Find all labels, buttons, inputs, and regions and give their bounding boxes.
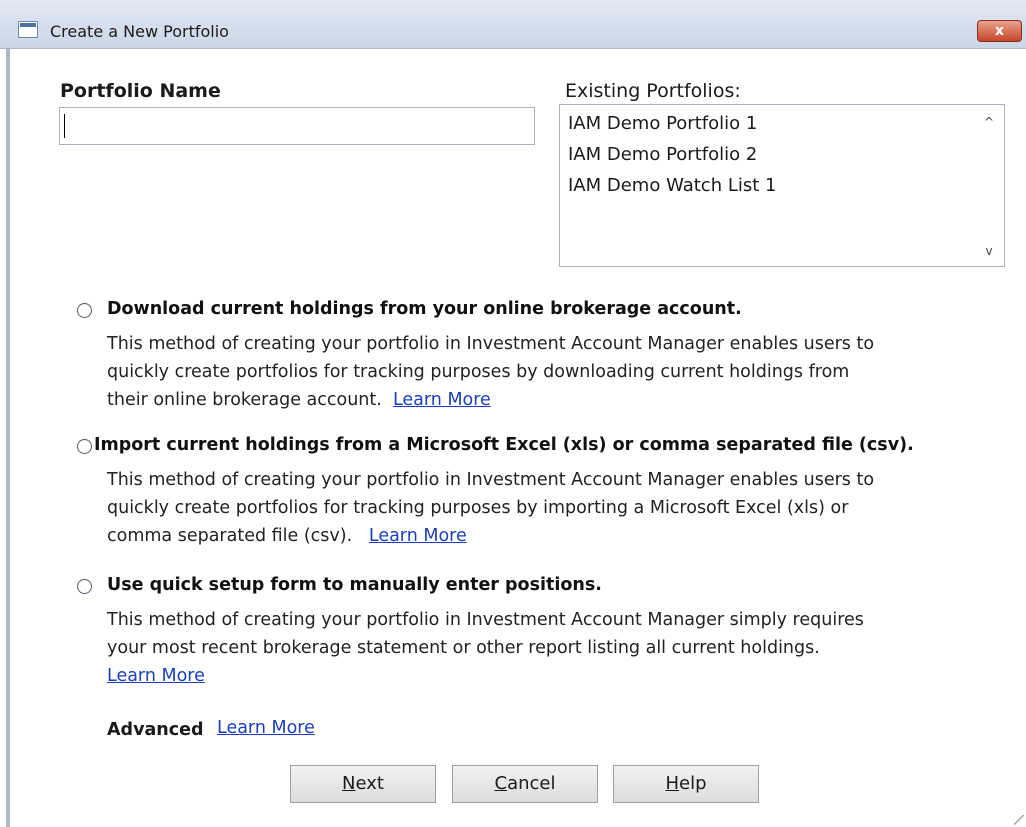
next-button[interactable]: Next bbox=[290, 765, 436, 803]
description-line: their online brokerage account. Learn Mo… bbox=[107, 386, 874, 414]
option-quick-setup-description: This method of creating your portfolio i… bbox=[107, 606, 864, 690]
description-line: This method of creating your portfolio i… bbox=[107, 334, 875, 354]
option-quick-setup-title[interactable]: Use quick setup form to manually enter p… bbox=[107, 575, 602, 595]
title-bar[interactable]: Create a New Portfolio x bbox=[0, 0, 1026, 49]
app-window-icon bbox=[18, 21, 38, 38]
text-caret bbox=[64, 114, 65, 138]
learn-more-quick-setup-link[interactable]: Learn More bbox=[107, 666, 205, 686]
next-mnemonic: N bbox=[342, 773, 356, 794]
option-download-description: This method of creating your portfolio i… bbox=[107, 330, 874, 414]
description-line: quickly create portfolios for tracking p… bbox=[107, 498, 849, 518]
radio-download-holdings[interactable] bbox=[77, 303, 92, 318]
option-import-title[interactable]: Import current holdings from a Microsoft… bbox=[94, 435, 914, 455]
create-portfolio-dialog: Create a New Portfolio x Portfolio Name … bbox=[0, 0, 1026, 827]
resize-grip-icon[interactable] bbox=[1014, 815, 1024, 825]
portfolio-name-input[interactable] bbox=[59, 107, 535, 145]
list-item[interactable]: IAM Demo Portfolio 1 bbox=[568, 113, 757, 134]
close-button[interactable]: x bbox=[977, 20, 1022, 42]
cancel-mnemonic: C bbox=[494, 773, 508, 794]
option-import-description: This method of creating your portfolio i… bbox=[107, 466, 874, 550]
help-mnemonic: H bbox=[665, 773, 680, 794]
scroll-up-icon[interactable]: ^ bbox=[982, 115, 996, 129]
close-icon: x bbox=[994, 23, 1005, 39]
learn-more-import-link[interactable]: Learn More bbox=[369, 526, 467, 546]
advanced-label: Advanced bbox=[107, 720, 204, 740]
advanced-learn-more-link[interactable]: Learn More bbox=[217, 718, 315, 738]
description-line: This method of creating your portfolio i… bbox=[107, 610, 864, 630]
description-line: comma separated file (csv). Learn More bbox=[107, 522, 874, 550]
learn-more-download-link[interactable]: Learn More bbox=[393, 390, 491, 410]
description-text: comma separated file (csv). bbox=[107, 526, 353, 546]
radio-quick-setup[interactable] bbox=[77, 579, 92, 594]
cancel-button[interactable]: Cancel bbox=[452, 765, 598, 803]
portfolio-name-label: Portfolio Name bbox=[60, 80, 221, 102]
window-title: Create a New Portfolio bbox=[50, 22, 229, 41]
cancel-label-rest: ancel bbox=[507, 773, 556, 794]
existing-portfolios-list[interactable]: IAM Demo Portfolio 1 IAM Demo Portfolio … bbox=[559, 104, 1005, 267]
description-text: their online brokerage account. bbox=[107, 390, 382, 410]
existing-portfolios-label: Existing Portfolios: bbox=[565, 80, 741, 102]
description-line: quickly create portfolios for tracking p… bbox=[107, 362, 850, 382]
next-label-rest: ext bbox=[355, 773, 384, 794]
help-label-rest: elp bbox=[679, 773, 707, 794]
description-line: This method of creating your portfolio i… bbox=[107, 470, 875, 490]
option-download-title[interactable]: Download current holdings from your onli… bbox=[107, 299, 742, 319]
help-button[interactable]: Help bbox=[613, 765, 759, 803]
description-line: Learn More bbox=[107, 662, 864, 690]
list-item[interactable]: IAM Demo Watch List 1 bbox=[568, 175, 776, 196]
window-left-frame bbox=[6, 48, 10, 827]
radio-import-holdings[interactable] bbox=[77, 439, 92, 454]
list-item[interactable]: IAM Demo Portfolio 2 bbox=[568, 144, 757, 165]
description-line: your most recent brokerage statement or … bbox=[107, 638, 820, 658]
scroll-down-icon[interactable]: v bbox=[982, 244, 996, 258]
